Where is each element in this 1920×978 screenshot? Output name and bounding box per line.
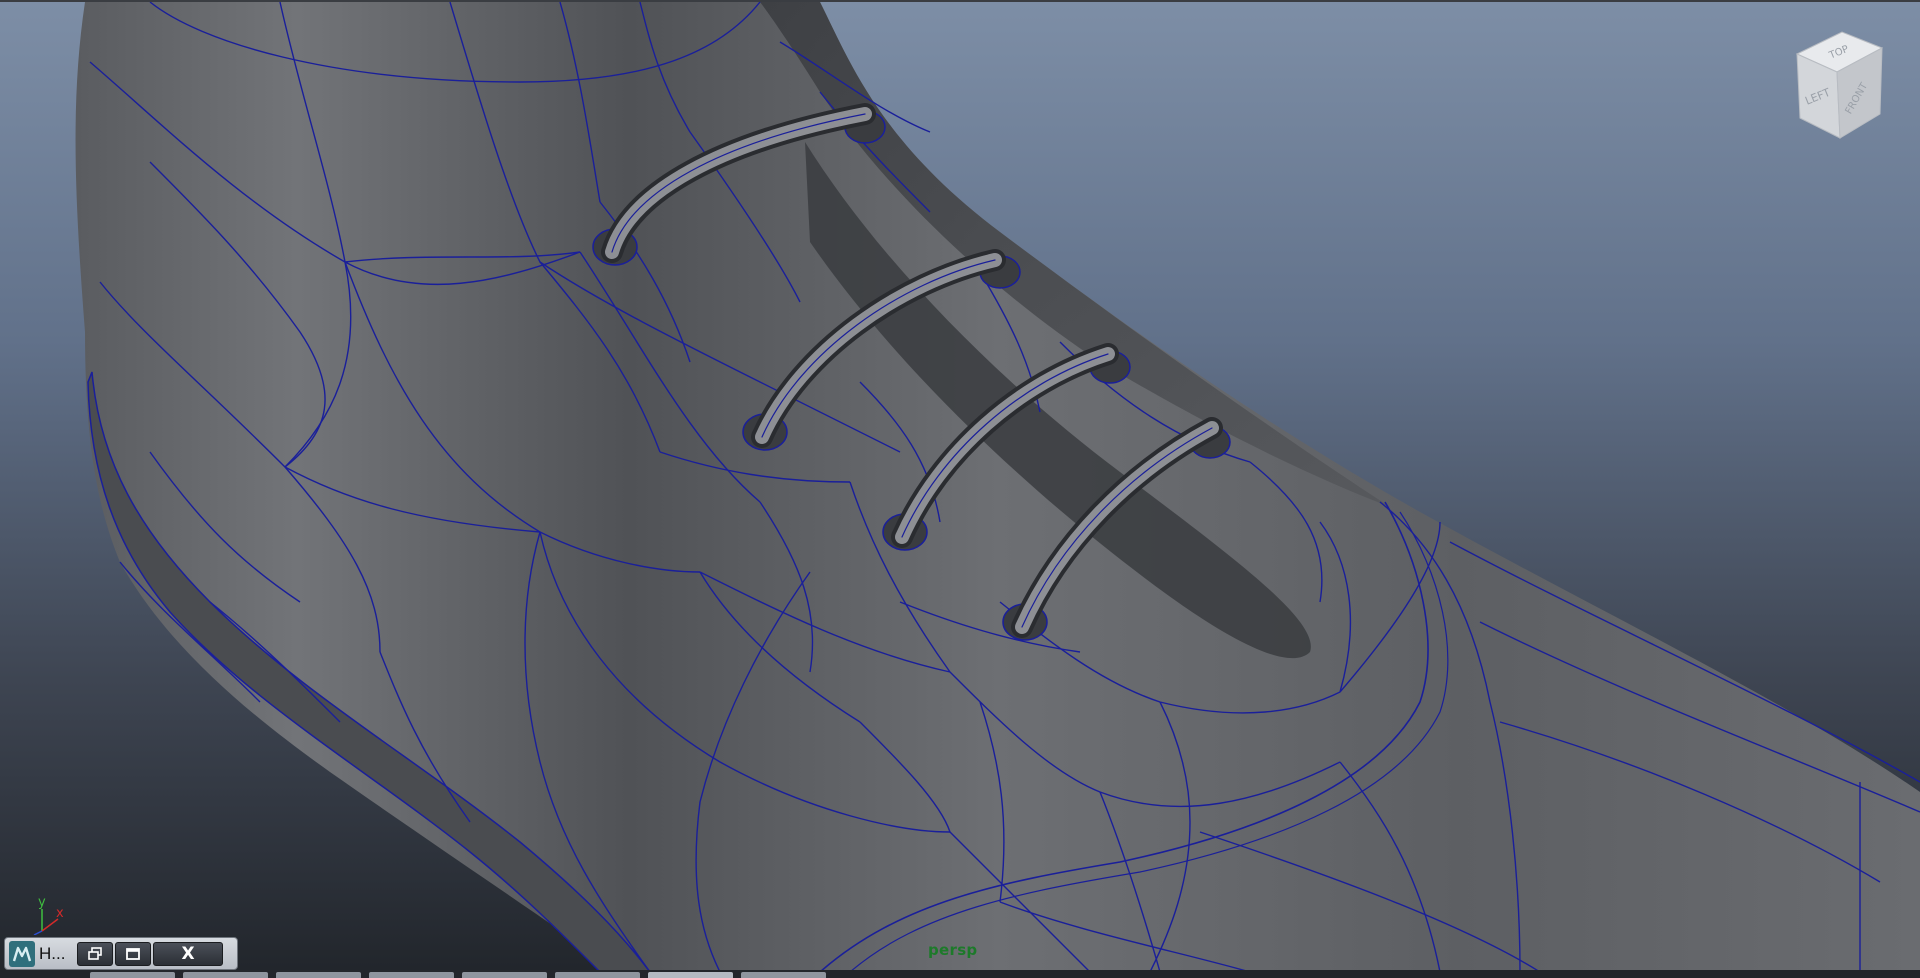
taskbar-strip (0, 970, 1920, 978)
taskbar-button[interactable] (648, 972, 733, 978)
taskbar-button[interactable] (183, 972, 268, 978)
restore-button[interactable] (77, 941, 113, 966)
y-axis-label: y (38, 895, 46, 910)
axis-indicator: y x (33, 895, 64, 935)
minimized-window-title[interactable]: H... (39, 944, 73, 964)
shoe-model-wireframe[interactable] (0, 2, 1920, 970)
taskbar-button[interactable] (369, 972, 454, 978)
camera-label: persp (928, 941, 978, 959)
minimized-window[interactable]: H... X (4, 937, 238, 970)
taskbar-button[interactable] (90, 972, 175, 978)
taskbar-button[interactable] (462, 972, 547, 978)
maya-app-icon[interactable] (9, 940, 35, 967)
z-axis-line (33, 930, 43, 935)
3d-viewport[interactable]: TOP LEFT FRONT y x persp H... X (0, 0, 1920, 970)
shoe-body (75, 2, 1920, 970)
maximize-button[interactable] (115, 941, 151, 966)
taskbar-button[interactable] (555, 972, 640, 978)
maximize-icon (126, 947, 140, 960)
taskbar-button[interactable] (741, 972, 826, 978)
x-axis-label: x (56, 906, 64, 921)
restore-icon (88, 946, 102, 960)
close-button[interactable]: X (153, 941, 223, 966)
taskbar-button[interactable] (276, 972, 361, 978)
view-cube[interactable]: TOP LEFT FRONT (1782, 26, 1892, 146)
